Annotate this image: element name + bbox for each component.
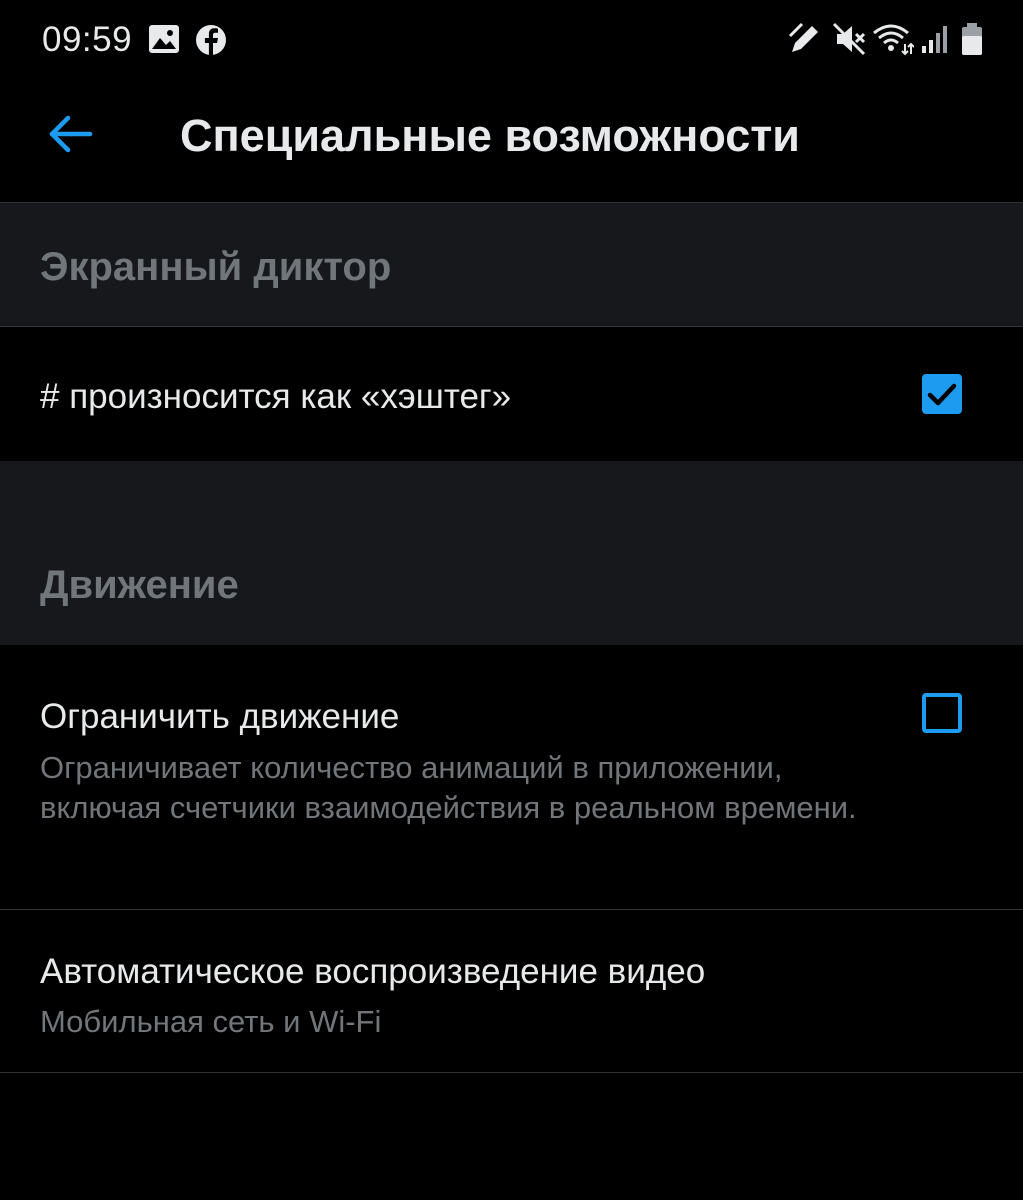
hashtag-checkbox[interactable] — [922, 374, 962, 414]
mute-icon — [832, 22, 866, 61]
status-time: 09:59 — [42, 20, 133, 59]
setting-title: Ограничить движение — [40, 697, 400, 736]
setting-title: # произносится как «хэштег» — [40, 377, 512, 416]
pen-icon — [788, 22, 822, 61]
signal-icon — [920, 24, 950, 59]
section-header-motion: Движение — [0, 461, 1023, 645]
section-label: Движение — [40, 563, 239, 607]
setting-description: Ограничивает количество анимаций в прило… — [40, 750, 857, 825]
divider — [0, 1072, 1023, 1073]
setting-description: Мобильная сеть и Wi-Fi — [40, 1004, 382, 1039]
setting-row-video-autoplay[interactable]: Автоматическое воспроизведение видео Моб… — [0, 910, 1023, 1072]
section-label: Экранный диктор — [40, 245, 392, 289]
gallery-icon — [148, 24, 180, 59]
reduce-motion-checkbox[interactable] — [922, 693, 962, 733]
battery-icon — [960, 22, 984, 61]
page-title: Специальные возможности — [180, 110, 800, 161]
facebook-icon — [195, 24, 227, 61]
setting-title: Автоматическое воспроизведение видео — [40, 952, 706, 991]
section-header-screen-reader: Экранный диктор — [0, 203, 1023, 326]
arrow-left-icon — [49, 115, 93, 153]
back-button[interactable] — [44, 110, 96, 158]
setting-row-hashtag[interactable]: # произносится как «хэштег» — [0, 327, 1023, 461]
app-bar: Специальные возможности — [0, 80, 1023, 202]
setting-row-reduce-motion[interactable]: Ограничить движение Ограничивает количес… — [0, 645, 1023, 909]
wifi-icon — [872, 22, 915, 61]
checkmark-icon — [927, 383, 957, 406]
status-bar: 09:59 — [0, 0, 1023, 80]
